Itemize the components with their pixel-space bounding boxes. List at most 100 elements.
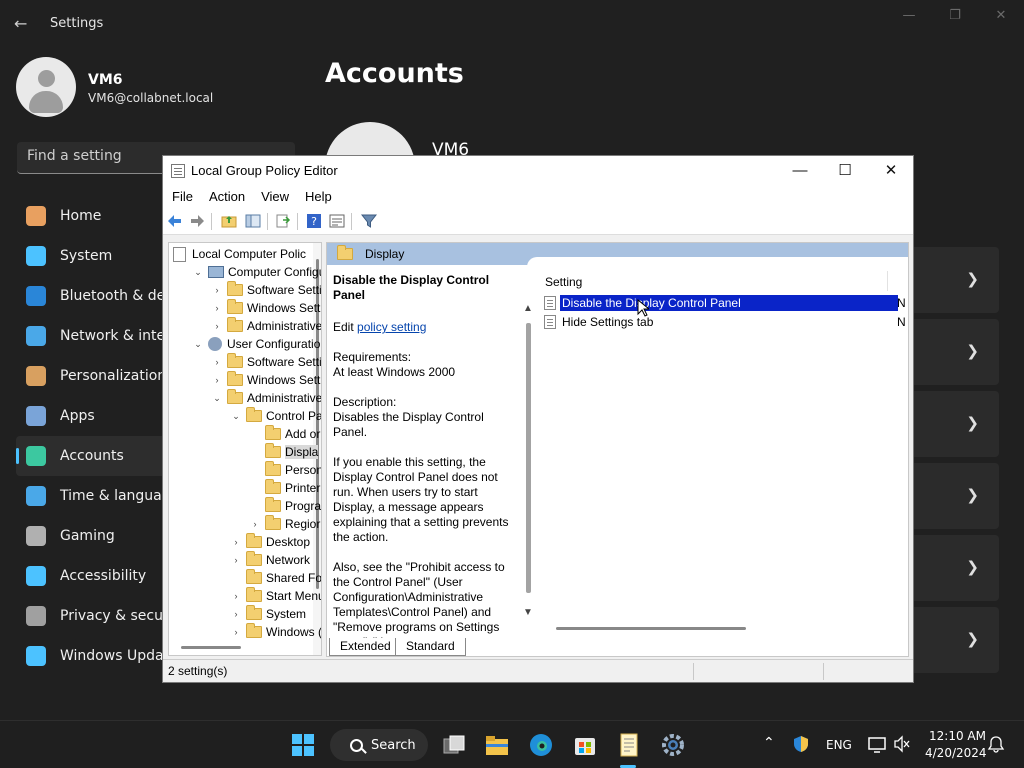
tree-node[interactable]: › Windows Sett (211, 299, 320, 317)
chevron-right-icon[interactable]: › (230, 555, 242, 565)
chevron-up-icon[interactable]: ⌃ (763, 735, 775, 751)
task-view-icon[interactable] (442, 733, 466, 757)
close-icon[interactable]: ✕ (986, 8, 1016, 26)
maximize-icon[interactable]: ❐ (940, 8, 970, 26)
tree-node[interactable]: › Software Setti (211, 353, 321, 371)
chevron-right-icon[interactable]: › (230, 591, 242, 601)
tree-node[interactable]: › Administrative (211, 317, 321, 335)
description-scrollbar[interactable]: ▲ ▼ (522, 303, 536, 623)
sidebar-item-brush[interactable]: Personalization (16, 356, 176, 396)
account-card[interactable]: ❯ (906, 319, 999, 385)
tree-node[interactable]: › Regior (249, 515, 320, 533)
chevron-right-icon[interactable]: › (230, 627, 242, 637)
chevron-up-icon[interactable]: ▲ (523, 303, 533, 314)
tree-node[interactable]: › System (230, 605, 306, 623)
maximize-icon[interactable]: ☐ (830, 160, 860, 182)
sidebar-item-accessibility[interactable]: Accessibility (16, 556, 176, 596)
menu-file[interactable]: File (172, 186, 193, 208)
chevron-down-icon[interactable]: ▼ (523, 607, 533, 618)
show-tree-icon[interactable] (245, 213, 261, 229)
microsoft-store-icon[interactable] (573, 733, 597, 757)
tree-node[interactable]: ⌄ Control Pa (230, 407, 321, 425)
column-header-setting[interactable]: Setting (545, 275, 582, 289)
tree-node[interactable]: Local Computer Polic (173, 245, 306, 263)
windows-start-icon[interactable] (291, 733, 315, 757)
minimize-icon[interactable]: — (894, 8, 924, 26)
minimize-icon[interactable]: — (785, 160, 815, 182)
sidebar-item-home[interactable]: Home (16, 196, 176, 236)
monitor-network-icon[interactable] (868, 735, 886, 753)
clock-time[interactable]: 12:10 AM (929, 729, 986, 743)
filter-icon[interactable] (361, 213, 377, 229)
up-folder-icon[interactable] (221, 213, 237, 229)
tab-standard[interactable]: Standard (395, 638, 466, 656)
edge-browser-icon[interactable] (529, 733, 553, 757)
sidebar-item-wifi[interactable]: Network & internet (16, 316, 176, 356)
back-arrow-icon[interactable]: ← (14, 14, 34, 34)
help-icon[interactable]: ? (306, 213, 322, 229)
sidebar-item-apps[interactable]: Apps (16, 396, 176, 436)
sidebar-item-bluetooth[interactable]: Bluetooth & devices (16, 276, 176, 316)
chevron-down-icon[interactable]: ⌄ (192, 339, 204, 350)
tree-node[interactable]: Person (249, 461, 321, 479)
defender-shield-icon[interactable] (792, 735, 810, 753)
sidebar-item-shield[interactable]: Privacy & security (16, 596, 176, 636)
sidebar-item-update[interactable]: Windows Update (16, 636, 176, 676)
tree-node[interactable]: ⌄ User Configuratio (192, 335, 320, 353)
chevron-right-icon[interactable]: › (211, 303, 223, 313)
account-card[interactable]: ❯ (906, 391, 999, 457)
chevron-right-icon[interactable]: › (211, 375, 223, 385)
list-horizontal-scrollbar[interactable] (556, 627, 746, 630)
sidebar-item-controller[interactable]: Gaming (16, 516, 176, 556)
tab-extended[interactable]: Extended (329, 638, 402, 656)
tree-node[interactable]: › Desktop (230, 533, 310, 551)
close-icon[interactable]: ✕ (876, 160, 906, 182)
sidebar-item-system[interactable]: System (16, 236, 176, 276)
account-card[interactable]: ❯ (906, 607, 999, 673)
clock-date[interactable]: 4/20/2024 (925, 746, 987, 760)
tree-node[interactable]: Displa (249, 443, 319, 461)
notification-bell-icon[interactable] (987, 735, 1005, 753)
chevron-right-icon[interactable]: › (211, 357, 223, 367)
chevron-down-icon[interactable]: ⌄ (230, 411, 242, 422)
speaker-muted-icon[interactable] (893, 735, 911, 753)
account-card[interactable]: ❯ (906, 247, 999, 313)
chevron-right-icon[interactable]: › (230, 537, 242, 547)
chevron-right-icon[interactable]: › (249, 519, 261, 529)
menu-view[interactable]: View (261, 186, 289, 208)
sidebar-item-clock-globe[interactable]: Time & language (16, 476, 176, 516)
taskbar-search-button[interactable]: Search (330, 729, 428, 761)
tree-horizontal-scrollbar[interactable] (171, 643, 311, 652)
avatar[interactable] (16, 57, 76, 117)
policy-row[interactable]: Hide Settings tab N (544, 313, 908, 331)
tree-node[interactable]: Add or (249, 425, 320, 443)
chevron-right-icon[interactable]: › (211, 321, 223, 331)
tree-node[interactable]: › Software Setti (211, 281, 321, 299)
tree-node[interactable]: Printer (249, 479, 320, 497)
policy-tree[interactable]: Local Computer Polic ⌄ Computer Configu › So… (168, 242, 322, 656)
policy-setting-link[interactable]: policy setting (357, 320, 426, 334)
tree-node[interactable]: Progra (249, 497, 321, 515)
tree-node[interactable]: ⌄ Administrative (211, 389, 321, 407)
properties-icon[interactable] (329, 213, 345, 229)
account-card[interactable]: ❯ (906, 463, 999, 529)
account-card[interactable]: ❯ (906, 535, 999, 601)
policy-row[interactable]: Disable the Display Control Panel N (544, 294, 908, 312)
chevron-down-icon[interactable]: ⌄ (192, 267, 204, 278)
tree-node[interactable]: › Windows ( (230, 623, 321, 641)
menu-help[interactable]: Help (305, 186, 332, 208)
tree-node[interactable]: › Windows Sett (211, 371, 320, 389)
settings-gear-icon[interactable] (661, 733, 685, 757)
sidebar-item-person[interactable]: Accounts (16, 436, 176, 476)
back-arrow-icon[interactable] (167, 213, 183, 229)
forward-arrow-icon[interactable] (189, 213, 205, 229)
file-explorer-icon[interactable] (485, 733, 509, 757)
menu-action[interactable]: Action (209, 186, 245, 208)
group-policy-editor-taskbar-icon[interactable] (617, 733, 641, 757)
language-indicator[interactable]: ENG (826, 738, 852, 752)
tree-node[interactable]: ⌄ Computer Configu (192, 263, 321, 281)
tree-node[interactable]: › Network (230, 551, 310, 569)
chevron-down-icon[interactable]: ⌄ (211, 393, 223, 404)
tree-node[interactable]: › Start Menu (230, 587, 321, 605)
chevron-right-icon[interactable]: › (230, 609, 242, 619)
